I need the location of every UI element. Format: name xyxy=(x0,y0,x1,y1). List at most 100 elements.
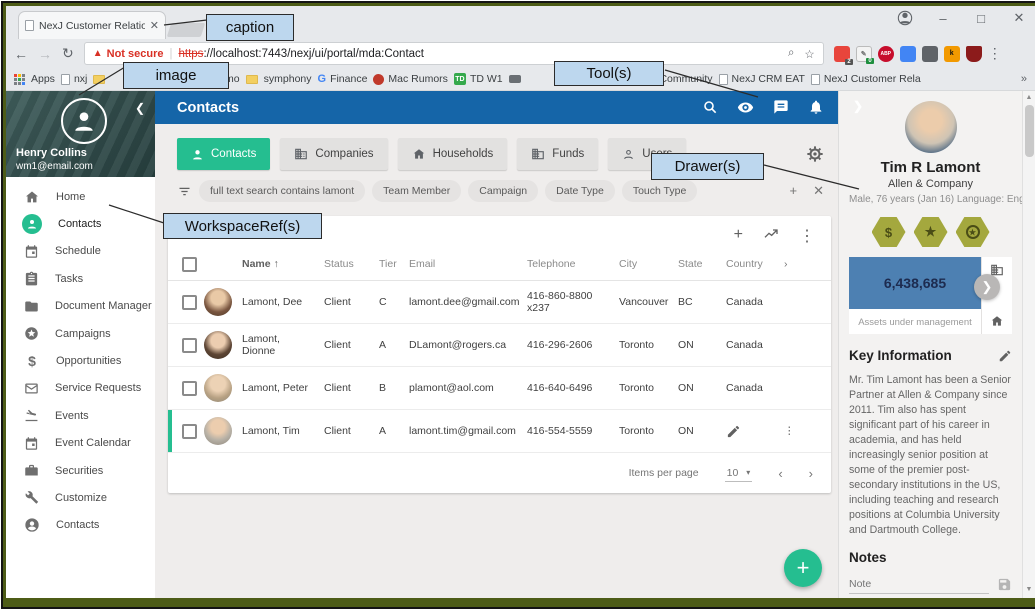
sidebar-item-events[interactable]: Events xyxy=(6,402,155,429)
filter-chip-campaign[interactable]: Campaign xyxy=(468,180,538,202)
table-row[interactable]: Lamont, Dee Client C lamont.dee@gmail.co… xyxy=(168,281,831,324)
drawer-expand-icon[interactable]: ❯ xyxy=(853,99,863,113)
note-input[interactable] xyxy=(849,575,989,594)
sidebar-item-event-calendar[interactable]: Event Calendar xyxy=(6,430,155,457)
chrome-menu-icon[interactable]: ⋮ xyxy=(988,45,1002,62)
save-icon[interactable] xyxy=(997,577,1012,592)
settings-gear-icon[interactable] xyxy=(806,145,824,163)
filter-chip-team-member[interactable]: Team Member xyxy=(372,180,461,202)
back-icon[interactable]: ← xyxy=(14,46,28,62)
table-row[interactable]: Lamont, Dionne Client A DLamont@rogers.c… xyxy=(168,324,831,367)
add-record-icon[interactable]: + xyxy=(734,226,743,246)
add-filter-icon[interactable]: + xyxy=(790,183,798,199)
new-tab-button[interactable] xyxy=(167,23,206,37)
bookmark-star-icon[interactable]: ☆ xyxy=(804,47,814,61)
carousel-next-icon[interactable]: ❯ xyxy=(974,274,1000,300)
zoom-search-icon[interactable]: ⌕ xyxy=(788,47,794,61)
apps-grid-icon[interactable] xyxy=(14,74,25,85)
edit-pencil-icon[interactable] xyxy=(998,349,1012,363)
prev-page-icon[interactable]: ‹ xyxy=(778,466,782,481)
sidebar-item-document-manager[interactable]: Document Manager xyxy=(6,293,155,320)
more-options-icon[interactable]: ⋮ xyxy=(799,226,815,246)
bookmark-macrumors[interactable]: Mac Rumors xyxy=(373,73,448,85)
home-icon[interactable] xyxy=(990,314,1004,328)
key-icon[interactable] xyxy=(509,75,521,83)
minimize-button[interactable]: – xyxy=(935,11,951,26)
bookmark-symphony[interactable]: symphony xyxy=(264,73,312,85)
bookmark-apps[interactable]: Apps xyxy=(31,73,55,85)
table-row[interactable]: Lamont, Peter Client B plamont@aol.com 4… xyxy=(168,367,831,410)
extension-editor-icon[interactable]: ✎0 xyxy=(856,46,872,62)
tab-companies[interactable]: Companies xyxy=(280,138,387,170)
sidebar-item-customize[interactable]: Customize xyxy=(6,484,155,511)
security-warning[interactable]: ▲ Not secure xyxy=(93,48,164,60)
maximize-button[interactable]: □ xyxy=(973,11,989,26)
row-checkbox[interactable] xyxy=(182,338,197,353)
sidebar-item-opportunities[interactable]: $ Opportunities xyxy=(6,347,155,374)
extension-k-icon[interactable]: k xyxy=(944,46,960,62)
sidebar-item-contacts[interactable]: Contacts xyxy=(6,210,155,237)
bookmarks-overflow[interactable]: » xyxy=(1021,73,1027,85)
add-contact-fab[interactable]: + xyxy=(784,549,822,587)
tab-funds[interactable]: Funds xyxy=(517,138,598,170)
row-more-icon[interactable]: ⋮ xyxy=(784,425,831,437)
user-avatar-icon[interactable] xyxy=(61,98,107,144)
bookmark-nxj[interactable]: nxj xyxy=(61,73,87,85)
filter-chip-date-type[interactable]: Date Type xyxy=(545,180,615,202)
sidebar-collapse-icon[interactable]: ❮ xyxy=(135,101,145,115)
sidebar-item-schedule[interactable]: Schedule xyxy=(6,238,155,265)
sidebar-item-securities[interactable]: Securities xyxy=(6,457,155,484)
scrollbar-thumb[interactable] xyxy=(1025,105,1034,157)
page-icon xyxy=(719,74,728,85)
bookmark-nexj-customer[interactable]: NexJ Customer Rela xyxy=(811,73,921,85)
tab-contacts[interactable]: Contacts xyxy=(177,138,270,170)
row-checkbox[interactable] xyxy=(182,381,197,396)
extension-translate-icon[interactable] xyxy=(900,46,916,62)
extension-abp-icon[interactable]: ABP xyxy=(878,46,894,62)
search-icon[interactable] xyxy=(702,99,718,115)
scroll-up-icon[interactable]: ▲ xyxy=(1026,91,1033,104)
reload-icon[interactable]: ↻ xyxy=(62,45,74,62)
sidebar-item-tasks[interactable]: Tasks xyxy=(6,265,155,292)
filter-chip-touch-type[interactable]: Touch Type xyxy=(622,180,698,202)
chat-icon[interactable] xyxy=(773,99,789,115)
star-circle-badge-icon[interactable]: ★ xyxy=(956,217,990,247)
page-size-select[interactable]: 10▾ xyxy=(725,465,753,482)
close-button[interactable]: ✕ xyxy=(1011,10,1027,26)
extension-gray-icon[interactable] xyxy=(922,46,938,62)
folder-icon[interactable] xyxy=(246,75,258,84)
forward-icon[interactable]: → xyxy=(38,46,52,62)
visibility-icon[interactable] xyxy=(737,99,754,116)
row-checkbox[interactable] xyxy=(182,295,197,310)
filter-chip-fulltext[interactable]: full text search contains lamont xyxy=(199,180,365,202)
filter-icon[interactable] xyxy=(177,184,192,199)
next-page-icon[interactable]: › xyxy=(809,466,813,481)
bookmark-finance[interactable]: GFinance xyxy=(318,73,368,85)
profile-icon[interactable] xyxy=(897,10,913,26)
tab-households[interactable]: Households xyxy=(398,138,508,170)
more-columns-icon[interactable]: › xyxy=(784,258,831,270)
bookmark-tdw1[interactable]: TDTD W1 xyxy=(454,73,503,85)
sidebar-item-campaigns[interactable]: Campaigns xyxy=(6,320,155,347)
bell-icon[interactable] xyxy=(808,99,824,115)
folder-icon[interactable] xyxy=(93,75,105,84)
star-badge-icon[interactable]: ★ xyxy=(914,217,948,247)
extension-shield-icon[interactable] xyxy=(966,46,982,62)
row-checkbox[interactable] xyxy=(182,424,197,439)
clear-filter-icon[interactable]: ✕ xyxy=(813,183,824,199)
sidebar-item-service-requests[interactable]: Service Requests xyxy=(6,375,155,402)
bookmark-nexj-crm-eat[interactable]: NexJ CRM EAT xyxy=(719,73,805,85)
trend-chart-icon[interactable] xyxy=(763,226,779,242)
tab-close-icon[interactable]: ✕ xyxy=(150,19,159,32)
dollar-badge-icon[interactable]: $ xyxy=(872,217,906,247)
sidebar-item-contacts-2[interactable]: Contacts xyxy=(6,512,155,539)
select-all-checkbox[interactable] xyxy=(182,257,197,272)
table-row-selected[interactable]: Lamont, Tim Client A lamont.tim@gmail.co… xyxy=(168,410,831,453)
aum-value-box[interactable]: 6,438,685 xyxy=(849,257,981,309)
extension-adblock-icon[interactable]: 2 xyxy=(834,46,850,62)
edit-pencil-icon[interactable] xyxy=(726,424,741,439)
browser-tab[interactable]: NexJ Customer Relationsh ✕ xyxy=(18,11,166,39)
scroll-down-icon[interactable]: ▼ xyxy=(1026,583,1033,596)
drawer-scrollbar[interactable]: ▲ ▼ xyxy=(1022,91,1035,598)
sidebar-item-home[interactable]: Home xyxy=(6,183,155,210)
